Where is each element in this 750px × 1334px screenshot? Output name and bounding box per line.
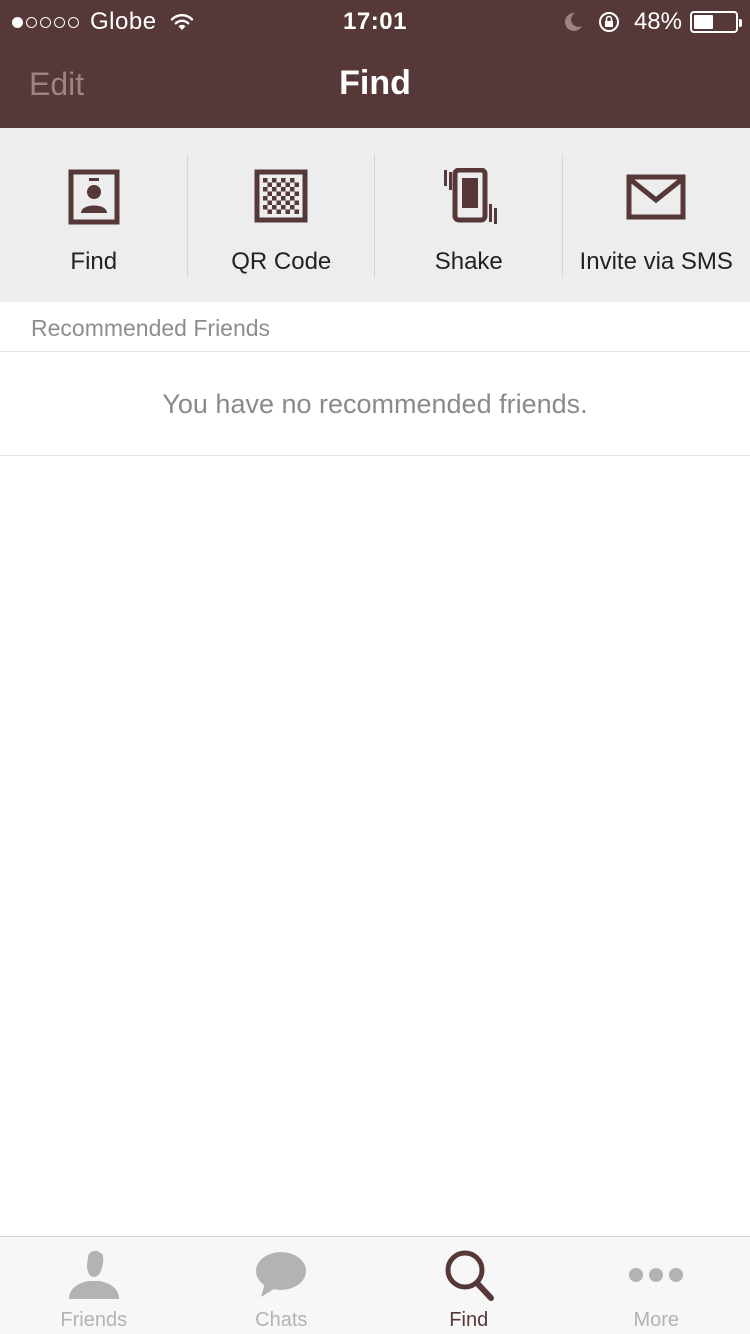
qr-code-button[interactable]: QR Code <box>188 128 375 302</box>
tab-label-find: Find <box>449 1309 489 1331</box>
qr-code-icon <box>254 169 308 223</box>
shortcut-label-shake: Shake <box>434 248 503 275</box>
battery-icon <box>690 11 742 33</box>
search-icon <box>445 1250 494 1301</box>
shortcut-label-qr-code: QR Code <box>231 248 332 275</box>
page-title: Find <box>339 64 411 102</box>
status-bar: Globe 17:01 48% <box>0 0 750 42</box>
battery-level-fill <box>694 15 713 29</box>
find-contacts-button[interactable]: Find <box>0 128 188 302</box>
shortcut-label-find: Find <box>70 248 118 275</box>
tab-chats[interactable]: Chats <box>188 1237 376 1334</box>
empty-message: You have no recommended friends. <box>162 389 588 419</box>
section-title: Recommended Friends <box>31 315 271 341</box>
more-dots-icon <box>629 1268 684 1282</box>
navigation-bar: Edit Find <box>0 42 750 128</box>
battery-percent: 48% <box>633 8 682 35</box>
do-not-disturb-icon <box>564 12 582 31</box>
top-bar: Globe 17:01 48% Edit Find <box>0 0 750 128</box>
tab-label-chats: Chats <box>255 1309 308 1331</box>
tab-friends[interactable]: Friends <box>0 1237 188 1334</box>
invite-via-sms-button[interactable]: Invite via SMS <box>563 128 750 302</box>
tab-bar: Friends Chats Find More <box>0 1236 750 1334</box>
tab-more[interactable]: More <box>563 1237 750 1334</box>
shake-phone-icon <box>443 168 497 224</box>
tab-label-more: More <box>633 1309 680 1331</box>
recommended-friends-header: Recommended Friends <box>0 302 750 352</box>
envelope-icon <box>626 174 686 220</box>
shake-button[interactable]: Shake <box>375 128 563 302</box>
tab-find[interactable]: Find <box>375 1237 563 1334</box>
contact-card-icon <box>68 169 120 225</box>
rotation-lock-icon <box>598 12 619 32</box>
chat-bubble-icon <box>256 1252 307 1297</box>
find-shortcuts: Find QR Code Shake Invite via SMS <box>0 128 750 302</box>
tab-label-friends: Friends <box>60 1309 128 1331</box>
recommended-friends-empty-state: You have no recommended friends. <box>0 352 750 456</box>
shortcut-label-invite-via-sms: Invite via SMS <box>579 248 733 275</box>
person-icon <box>68 1250 119 1299</box>
